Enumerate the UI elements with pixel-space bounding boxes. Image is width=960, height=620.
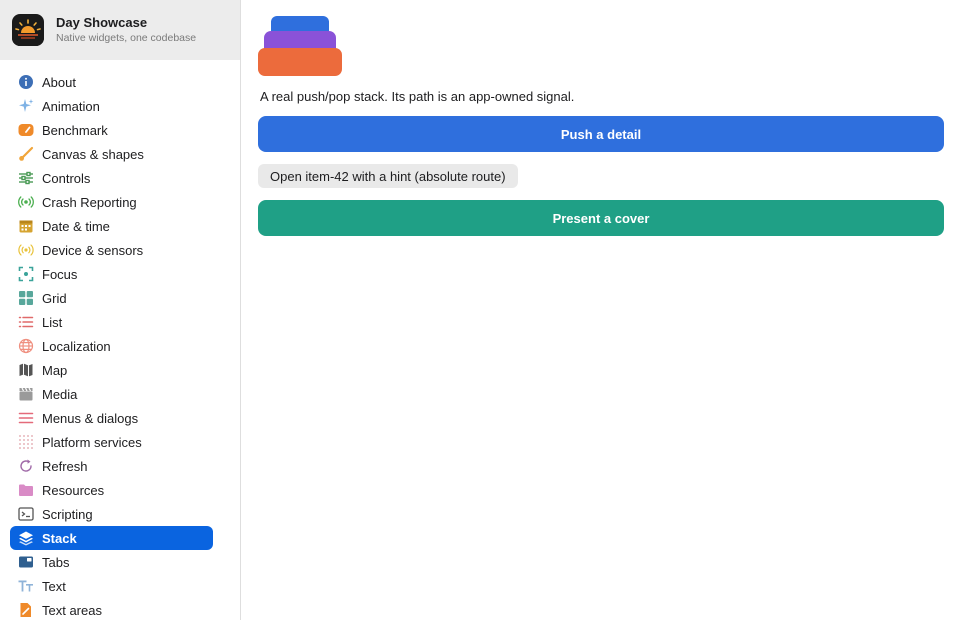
sidebar: Day Showcase Native widgets, one codebas… bbox=[0, 0, 241, 620]
speedometer-icon bbox=[18, 122, 34, 138]
sidebar-item-label: Benchmark bbox=[42, 122, 108, 138]
sidebar-item-animation[interactable]: Animation bbox=[10, 94, 213, 118]
sidebar-item-label: Device & sensors bbox=[42, 242, 144, 258]
sidebar-item-text-areas[interactable]: Text areas bbox=[10, 598, 213, 620]
sidebar-item-controls[interactable]: Controls bbox=[10, 166, 213, 190]
sidebar-item-grid[interactable]: Grid bbox=[10, 286, 213, 310]
sidebar-item-label: Focus bbox=[42, 266, 78, 282]
sidebar-item-platform-services[interactable]: Platform services bbox=[10, 430, 213, 454]
sidebar-item-label: About bbox=[42, 74, 76, 90]
refresh-icon bbox=[18, 458, 34, 474]
app-header: Day Showcase Native widgets, one codebas… bbox=[0, 0, 240, 60]
dots-grid-icon bbox=[18, 434, 34, 450]
sidebar-item-label: List bbox=[42, 314, 63, 330]
sidebar-item-label: Media bbox=[42, 386, 78, 402]
sidebar-item-benchmark[interactable]: Benchmark bbox=[10, 118, 213, 142]
sidebar-item-label: Controls bbox=[42, 170, 91, 186]
stack-layer-bottom bbox=[258, 48, 342, 76]
open-item-42-button[interactable]: Open item-42 with a hint (absolute route… bbox=[258, 164, 518, 188]
sidebar-item-label: Crash Reporting bbox=[42, 194, 137, 210]
text-icon bbox=[18, 578, 34, 594]
folder-icon bbox=[18, 482, 34, 498]
sidebar-item-focus[interactable]: Focus bbox=[10, 262, 213, 286]
sparkles-icon bbox=[18, 98, 34, 114]
sidebar-item-menus-and-dialogs[interactable]: Menus & dialogs bbox=[10, 406, 213, 430]
sensor-icon bbox=[18, 242, 34, 258]
app-subtitle: Native widgets, one codebase bbox=[56, 32, 197, 44]
sidebar-item-label: Stack bbox=[42, 530, 77, 546]
sidebar-item-label: Date & time bbox=[42, 218, 110, 234]
sidebar-item-label: Resources bbox=[42, 482, 105, 498]
sidebar-item-label: Animation bbox=[42, 98, 100, 114]
list-icon bbox=[18, 314, 34, 330]
document-pencil-icon bbox=[18, 602, 34, 618]
menu-lines-icon bbox=[18, 410, 34, 426]
sidebar-item-canvas-and-shapes[interactable]: Canvas & shapes bbox=[10, 142, 213, 166]
globe-icon bbox=[18, 338, 34, 354]
sidebar-nav: About Animation Benchmark Canvas & shapes Co… bbox=[10, 70, 213, 620]
sunrise-app-icon bbox=[12, 14, 44, 46]
present-cover-button[interactable]: Present a cover bbox=[258, 200, 944, 236]
sidebar-item-label: Scripting bbox=[42, 506, 93, 522]
sidebar-item-scripting[interactable]: Scripting bbox=[10, 502, 213, 526]
sidebar-item-label: Menus & dialogs bbox=[42, 410, 139, 426]
layers-icon bbox=[18, 530, 34, 546]
app-title: Day Showcase bbox=[56, 15, 148, 30]
broadcast-icon bbox=[18, 194, 34, 210]
focus-icon bbox=[18, 266, 34, 282]
clapperboard-icon bbox=[18, 386, 34, 402]
calendar-icon bbox=[18, 218, 34, 234]
paintbrush-icon bbox=[18, 146, 34, 162]
main-content: A real push/pop stack. Its path is an ap… bbox=[242, 0, 960, 620]
sidebar-item-text[interactable]: Text bbox=[10, 574, 213, 598]
stack-caption: A real push/pop stack. Its path is an ap… bbox=[260, 89, 575, 104]
sidebar-item-tabs[interactable]: Tabs bbox=[10, 550, 213, 574]
grid-icon bbox=[18, 290, 34, 306]
push-detail-button[interactable]: Push a detail bbox=[258, 116, 944, 152]
sidebar-item-label: Canvas & shapes bbox=[42, 146, 144, 162]
sidebar-item-device-and-sensors[interactable]: Device & sensors bbox=[10, 238, 213, 262]
sidebar-item-localization[interactable]: Localization bbox=[10, 334, 213, 358]
info-icon bbox=[18, 74, 34, 90]
sidebar-item-label: Tabs bbox=[42, 554, 70, 570]
stack-layers-icon bbox=[258, 16, 344, 83]
sidebar-item-stack[interactable]: Stack bbox=[10, 526, 213, 550]
sidebar-item-list[interactable]: List bbox=[10, 310, 213, 334]
sidebar-item-label: Refresh bbox=[42, 458, 88, 474]
sidebar-item-label: Map bbox=[42, 362, 68, 378]
sidebar-item-label: Localization bbox=[42, 338, 111, 354]
sidebar-item-refresh[interactable]: Refresh bbox=[10, 454, 213, 478]
sidebar-item-label: Platform services bbox=[42, 434, 142, 450]
sidebar-item-crash-reporting[interactable]: Crash Reporting bbox=[10, 190, 213, 214]
sidebar-item-label: Grid bbox=[42, 290, 67, 306]
sidebar-item-label: Text areas bbox=[42, 602, 102, 618]
sidebar-item-date-and-time[interactable]: Date & time bbox=[10, 214, 213, 238]
sidebar-item-resources[interactable]: Resources bbox=[10, 478, 213, 502]
sliders-icon bbox=[18, 170, 34, 186]
sidebar-item-label: Text bbox=[42, 578, 66, 594]
tabs-icon bbox=[18, 554, 34, 570]
sidebar-item-map[interactable]: Map bbox=[10, 358, 213, 382]
map-icon bbox=[18, 362, 34, 378]
sidebar-item-media[interactable]: Media bbox=[10, 382, 213, 406]
terminal-icon bbox=[18, 506, 34, 522]
sidebar-item-about[interactable]: About bbox=[10, 70, 213, 94]
